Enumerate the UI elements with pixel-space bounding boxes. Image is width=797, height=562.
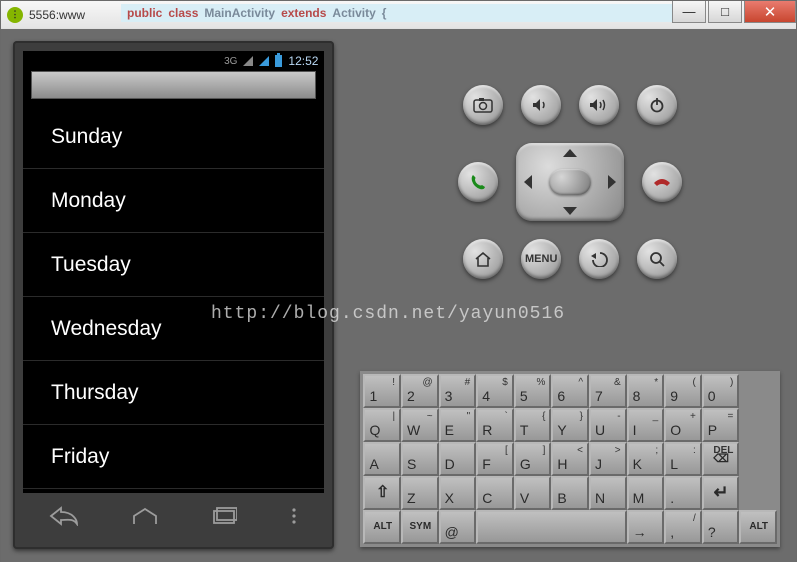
dpad-center[interactable] [549,169,591,195]
hardware-buttons: MENU [360,85,780,279]
key-ALT[interactable]: ALT [739,510,777,544]
key-Y[interactable]: Y} [551,408,589,442]
list-item[interactable]: Wednesday [23,297,324,361]
list-view[interactable]: Sunday Monday Tuesday Wednesday Thursday… [23,105,324,493]
key-T[interactable]: T{ [514,408,552,442]
key-V[interactable]: V [514,476,552,510]
key-⇧[interactable]: ⇧ [363,476,401,510]
key-H[interactable]: H< [551,442,589,476]
key-9[interactable]: 9( [664,374,702,408]
key-7[interactable]: 7& [589,374,627,408]
key-G[interactable]: G] [514,442,552,476]
minimize-button[interactable]: — [672,1,706,23]
recent-apps-button[interactable] [211,506,237,526]
key-I[interactable]: I_ [627,408,665,442]
status-bar: 3G 12:52 [23,51,324,71]
key-U[interactable]: U- [589,408,627,442]
maximize-button[interactable]: □ [708,1,742,23]
key-P[interactable]: P= [702,408,740,442]
close-button[interactable]: ✕ [744,1,796,23]
call-button[interactable] [458,162,498,202]
list-item[interactable]: Friday [23,425,324,489]
dpad-right[interactable] [608,175,616,189]
home-button[interactable] [130,506,160,526]
battery-icon [275,55,282,67]
device-frame: 3G 12:52 Sunday Monday Tuesday Wednesday… [13,41,334,549]
window-title: 5556:www [29,8,85,22]
key-0[interactable]: 0) [702,374,740,408]
menu-hw-button[interactable]: MENU [521,239,561,279]
menu-button[interactable] [289,506,299,526]
text-input[interactable] [31,71,316,99]
key-SYM[interactable]: SYM [401,510,439,544]
key-F[interactable]: F[ [476,442,514,476]
background-code-strip: public class MainActivity extends Activi… [121,4,686,22]
volume-down-button[interactable] [521,85,561,125]
key-6[interactable]: 6^ [551,374,589,408]
signal-icon [243,56,253,66]
key-2[interactable]: 2@ [401,374,439,408]
back-hw-button[interactable] [579,239,619,279]
emulator-window: ⋮ 5556:www public class MainActivity ext… [0,0,797,562]
key-R[interactable]: R` [476,408,514,442]
signal-strength-icon [259,56,269,66]
key-B[interactable]: B [551,476,589,510]
list-item[interactable]: Tuesday [23,233,324,297]
key-J[interactable]: J> [589,442,627,476]
key-W[interactable]: W~ [401,408,439,442]
camera-button[interactable] [463,85,503,125]
key-?[interactable]: ? [702,510,740,544]
key-X[interactable]: X [439,476,477,510]
device-screen: 3G 12:52 Sunday Monday Tuesday Wednesday… [23,51,324,493]
key-N[interactable]: N [589,476,627,510]
key-8[interactable]: 8* [627,374,665,408]
power-button[interactable] [637,85,677,125]
key-O[interactable]: O+ [664,408,702,442]
list-item[interactable]: Thursday [23,361,324,425]
key-Z[interactable]: Z [401,476,439,510]
dpad-down[interactable] [563,207,577,215]
app-icon: ⋮ [7,7,23,23]
window-buttons: — □ ✕ [670,1,796,23]
key-Q[interactable]: Q| [363,408,401,442]
home-hw-button[interactable] [463,239,503,279]
key-K[interactable]: K; [627,442,665,476]
list-item[interactable]: Sunday [23,105,324,169]
hardware-keyboard: 1!2@3#4$5%6^7&8*9(0) Q|W~E"R`T{Y}U-I_O+P… [360,371,780,547]
key-DEL[interactable]: ⌫DEL [702,442,740,476]
back-button[interactable] [49,506,79,526]
key-,[interactable]: ,/ [664,510,702,544]
key-↵[interactable]: ↵ [702,476,740,510]
key-C[interactable]: C [476,476,514,510]
end-call-button[interactable] [642,162,682,202]
dpad-up[interactable] [563,149,577,157]
key-4[interactable]: 4$ [476,374,514,408]
volume-up-button[interactable] [579,85,619,125]
dpad [516,143,624,221]
key-space[interactable] [476,510,626,544]
key-S[interactable]: S [401,442,439,476]
key-L[interactable]: L: [664,442,702,476]
control-panel: MENU 1!2@3#4$5%6^7&8*9(0) Q|W~E"R`T{Y}U-… [350,41,784,551]
dpad-left[interactable] [524,175,532,189]
key-D[interactable]: D [439,442,477,476]
key-ALT[interactable]: ALT [363,510,401,544]
workarea: 3G 12:52 Sunday Monday Tuesday Wednesday… [1,29,796,562]
nav-bar [23,493,324,539]
key-E[interactable]: E" [439,408,477,442]
key-1[interactable]: 1! [363,374,401,408]
network-type: 3G [224,56,237,67]
key-@[interactable]: @ [439,510,477,544]
titlebar: ⋮ 5556:www public class MainActivity ext… [1,1,796,29]
key-M[interactable]: M [627,476,665,510]
list-item[interactable]: Monday [23,169,324,233]
key-→[interactable]: → [627,510,665,544]
key-3[interactable]: 3# [439,374,477,408]
key-5[interactable]: 5% [514,374,552,408]
search-hw-button[interactable] [637,239,677,279]
clock: 12:52 [288,54,318,68]
key-.[interactable]: . [664,476,702,510]
key-A[interactable]: A [363,442,401,476]
